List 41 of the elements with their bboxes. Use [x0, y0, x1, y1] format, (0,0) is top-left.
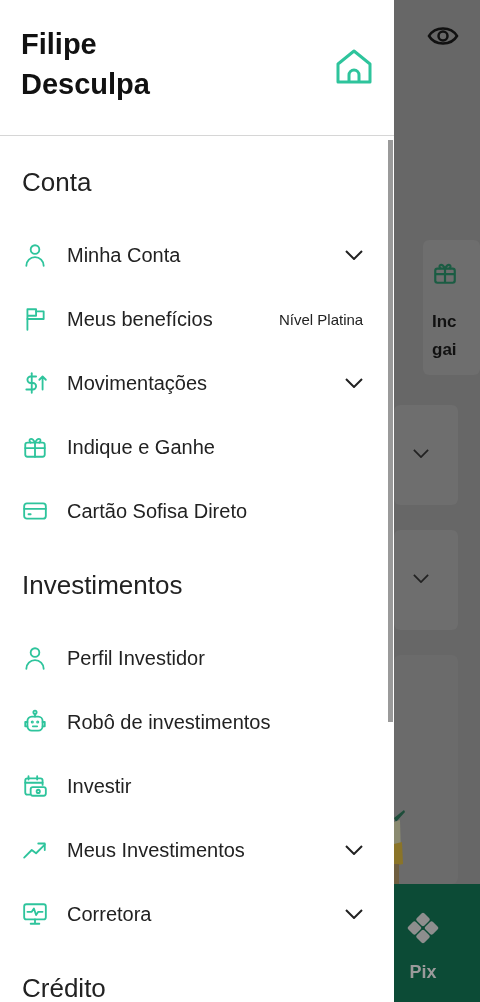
card-text: gai [432, 339, 458, 361]
menu-label: Meus Investimentos [67, 838, 245, 862]
menu-item[interactable]: Perfil Investidor [22, 626, 394, 690]
menu-item[interactable]: Cartão Sofisa Direto [22, 479, 394, 543]
menu-item[interactable]: Movimentações [22, 351, 394, 415]
monitor-icon [22, 901, 48, 927]
card-text: Inc [432, 311, 458, 333]
person-icon [22, 645, 48, 671]
menu-label: Perfil Investidor [67, 646, 205, 670]
menu-label: Corretora [67, 902, 152, 926]
chevron-down-icon[interactable] [345, 909, 363, 919]
menu-label: Movimentações [67, 371, 208, 395]
chevron-down-icon[interactable] [345, 378, 363, 388]
user-name: Filipe Desculpa [21, 26, 151, 102]
menu-label: Cartão Sofisa Direto [67, 499, 248, 523]
menu-label: Minha Conta [67, 243, 181, 267]
menu-item[interactable]: Meus benefícios Nível Platina [22, 287, 394, 351]
section-heading: Conta [22, 166, 93, 199]
menu-item[interactable]: Indique e Ganhe [22, 415, 394, 479]
menu-item[interactable]: Corretora [22, 882, 394, 946]
menu-item[interactable]: Robô de investimentos [22, 690, 394, 754]
menu-item[interactable]: Meus Investimentos [22, 818, 394, 882]
calendar-cash-icon [22, 773, 48, 799]
section-heading: Investimentos [22, 569, 184, 602]
chevron-down-icon[interactable] [345, 845, 363, 855]
menu-item[interactable]: Minha Conta [22, 223, 394, 287]
section-heading: Crédito [22, 972, 107, 1002]
menu-label: Indique e Ganhe [67, 435, 215, 459]
pix-tab[interactable]: Pix [395, 884, 451, 983]
menu-label: Investir [67, 774, 132, 798]
menu-label: Robô de investimentos [67, 710, 271, 734]
menu-item[interactable]: Investir [22, 754, 394, 818]
eye-icon[interactable] [427, 25, 459, 47]
diamond-icon [407, 912, 439, 944]
person-icon [22, 242, 48, 268]
level-label: Nível Platina [279, 310, 364, 328]
robot-icon [22, 709, 48, 735]
dollar-arrow-icon [22, 370, 48, 396]
scroll-bar[interactable] [388, 140, 393, 722]
menu-label: Meus benefícios [67, 307, 213, 331]
chevron-down-icon[interactable] [345, 250, 363, 260]
